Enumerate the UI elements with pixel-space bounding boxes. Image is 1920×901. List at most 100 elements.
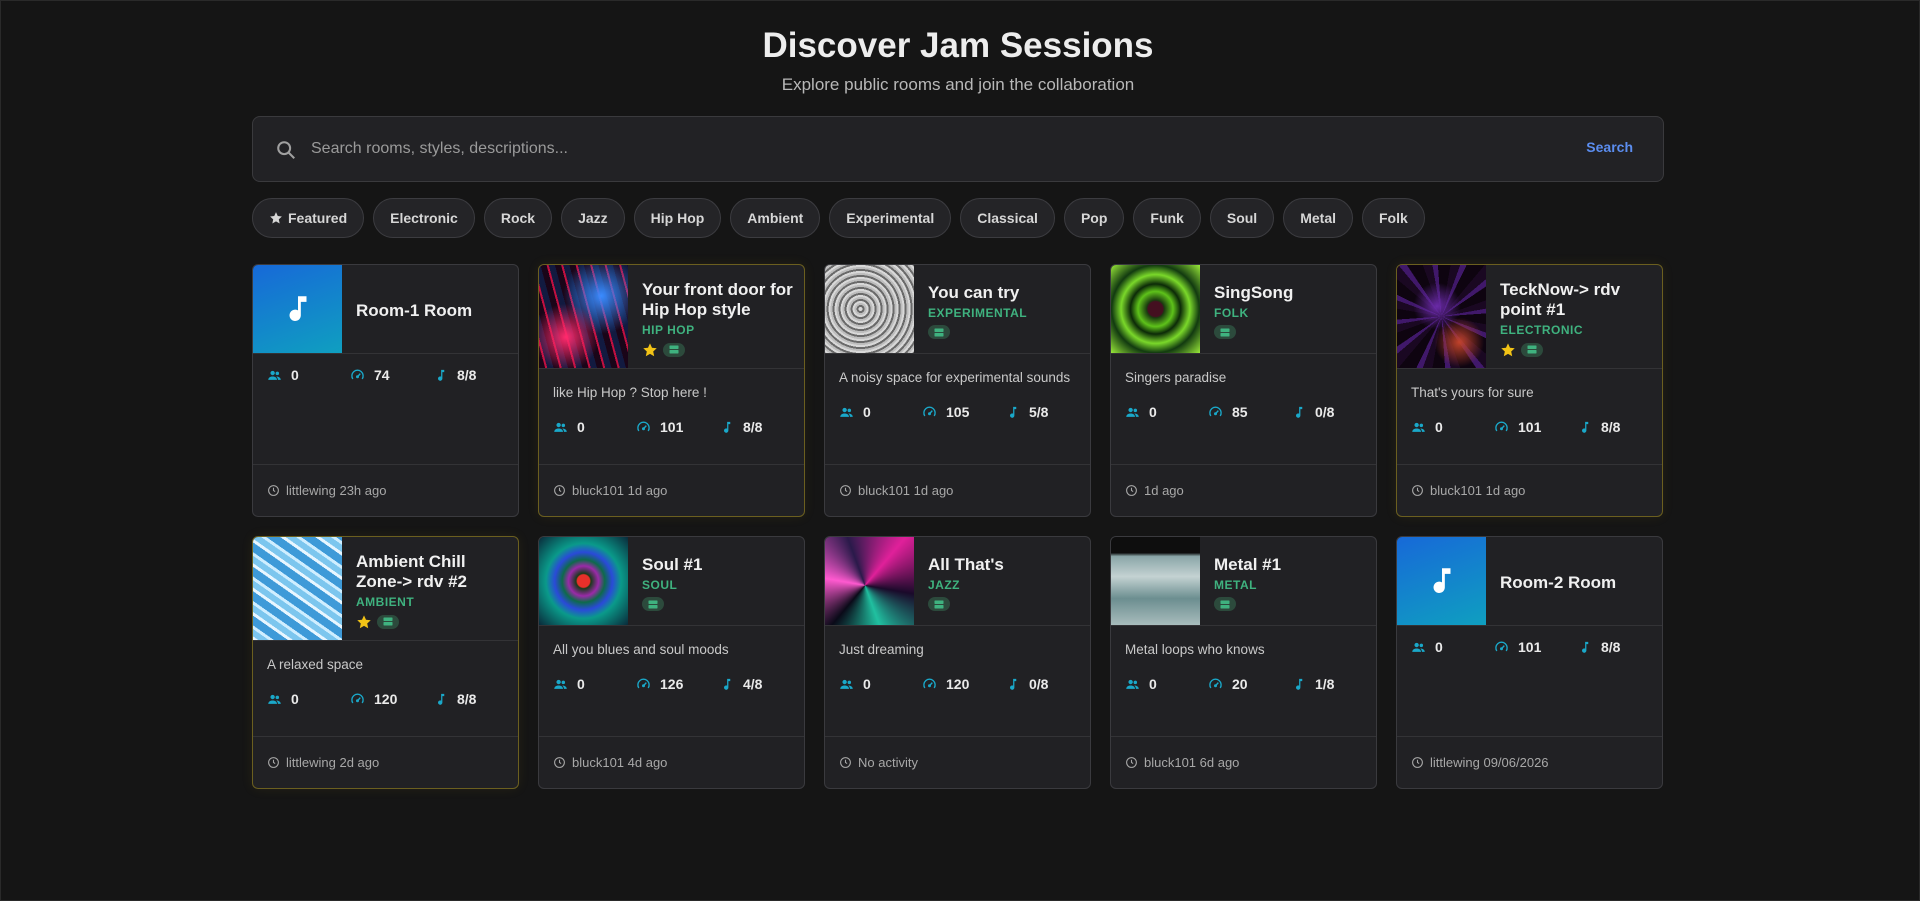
users-icon [1411,420,1426,435]
stat-value: 1/8 [1315,676,1335,692]
room-genre: EXPERIMENTAL [928,306,1028,320]
stat-value: 101 [660,419,684,435]
stat-value: 0/8 [1315,404,1335,420]
room-card[interactable]: All That's JAZZ Just dreaming 0 120 0/8 No act… [824,536,1091,789]
speed-icon [1208,405,1223,420]
stat-users: 0 [267,367,350,383]
room-card[interactable]: TeckNow-> rdv point #1 ELECTRONIC That's y… [1396,264,1663,517]
room-activity: No activity [858,755,918,770]
speed-icon [636,677,651,692]
music-note-icon [719,420,734,435]
stat-value: 0 [1149,676,1157,692]
filter-chip-metal[interactable]: Metal [1283,198,1353,238]
search-button[interactable]: Search [1586,139,1633,155]
room-card[interactable]: Metal #1 METAL Metal loops who knows 0 20 1/8… [1110,536,1377,789]
stat-value: 74 [374,367,390,383]
stat-value: 8/8 [457,691,477,707]
users-icon [1125,677,1140,692]
clock-icon [267,756,280,769]
users-icon [839,405,854,420]
stat-value: 8/8 [743,419,763,435]
featured-star-icon [642,342,658,358]
room-card[interactable]: Room-1 Room 0 74 8/8 littlewing 23h ago [252,264,519,517]
filter-chip-label: Rock [500,210,536,226]
filter-chip-experimental[interactable]: Experimental [829,198,952,238]
speed-icon [636,420,651,435]
filter-chip-funk[interactable]: Funk [1133,198,1201,238]
stat-users: 0 [1125,676,1208,692]
room-thumbnail [1397,537,1486,625]
star-icon [269,211,283,225]
stat-value: 120 [374,691,398,707]
room-description: A noisy space for experimental sounds [839,370,1071,385]
room-activity: bluck101 1d ago [1430,483,1526,498]
room-footer: littlewing 23h ago [253,464,518,516]
room-card-header: Soul #1 SOUL [539,537,804,626]
stat-value: 8/8 [1601,419,1621,435]
stat-value: 4/8 [743,676,763,692]
music-note-icon [433,368,448,383]
stat-bpm: 85 [1208,404,1291,420]
room-activity: bluck101 6d ago [1144,755,1240,770]
stat-tracks: 1/8 [1291,676,1334,692]
music-note-icon [1577,420,1592,435]
filter-chip-classical[interactable]: Classical [960,198,1055,238]
speed-icon [922,405,937,420]
room-footer: No activity [825,736,1090,788]
filter-chip-label: Hip Hop [650,210,705,226]
clock-icon [1125,756,1138,769]
stat-value: 0 [577,676,585,692]
room-info: All That's JAZZ [914,537,1014,625]
room-info: Metal #1 METAL [1200,537,1291,625]
stat-value: 8/8 [1601,639,1621,655]
stat-value: 0 [577,419,585,435]
filter-chip-jazz[interactable]: Jazz [561,198,625,238]
filter-chip-label: Pop [1080,210,1108,226]
room-info: Soul #1 SOUL [628,537,712,625]
filter-chip-electronic[interactable]: Electronic [373,198,475,238]
filter-chip-ambient[interactable]: Ambient [730,198,821,238]
users-icon [1125,405,1140,420]
room-card[interactable]: Room-2 Room 0 101 8/8 littlewing 09/06/2026 [1396,536,1663,789]
filter-chip-soul[interactable]: Soul [1209,198,1275,238]
room-info: TeckNow-> rdv point #1 ELECTRONIC [1486,265,1662,368]
stat-users: 0 [1125,404,1208,420]
stat-users: 0 [1411,419,1494,435]
stat-value: 20 [1232,676,1248,692]
stat-users: 0 [267,691,350,707]
room-title: Soul #1 [642,555,703,574]
filter-chip-featured[interactable]: Featured [252,198,365,238]
stat-bpm: 120 [350,691,433,707]
room-stats: 0 120 0/8 [825,669,1090,699]
room-card[interactable]: You can try EXPERIMENTAL A noisy space for… [824,264,1091,517]
room-card[interactable]: Ambient Chill Zone-> rdv #2 AMBIENT A rela… [252,536,519,789]
room-stats: 0 20 1/8 [1111,669,1376,699]
filter-chip-hip-hop[interactable]: Hip Hop [633,198,722,238]
room-stats: 0 101 8/8 [1397,632,1662,662]
room-card[interactable]: Your front door for Hip Hop style HIP HOP… [538,264,805,517]
filter-chip-rock[interactable]: Rock [483,198,553,238]
speed-icon [1494,420,1509,435]
stat-bpm: 74 [350,367,433,383]
search-input[interactable] [311,129,1531,169]
users-icon [267,368,282,383]
room-card[interactable]: SingSong FOLK Singers paradise 0 85 0/8 1d ago [1110,264,1377,517]
clock-icon [1125,484,1138,497]
room-description: Singers paradise [1125,370,1227,385]
filter-chip-label: Metal [1300,210,1336,226]
room-cover-image [825,265,914,353]
room-stats: 0 101 8/8 [1397,412,1662,442]
filter-chip-label: Jazz [578,210,608,226]
stat-tracks: 4/8 [719,676,762,692]
room-card[interactable]: Soul #1 SOUL All you blues and soul moods 0… [538,536,805,789]
filter-chip-folk[interactable]: Folk [1362,198,1425,238]
room-info: Room-2 Room [1486,537,1626,625]
room-badges [356,614,508,630]
filter-chip-pop[interactable]: Pop [1063,198,1125,238]
stat-value: 8/8 [457,367,477,383]
room-card-header: You can try EXPERIMENTAL [825,265,1090,354]
room-genre: JAZZ [928,578,960,592]
room-description: That's yours for sure [1411,385,1534,400]
server-icon [1214,597,1236,611]
stat-tracks: 8/8 [1577,419,1620,435]
